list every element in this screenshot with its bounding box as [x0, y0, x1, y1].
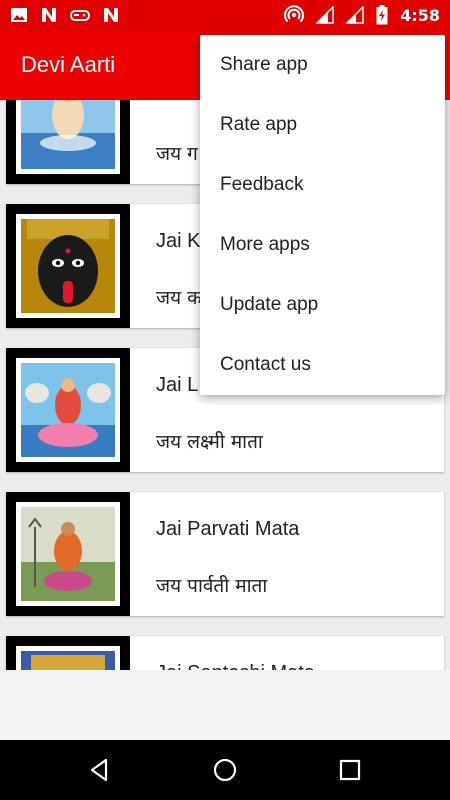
menu-item-update-app[interactable]: Update app	[200, 275, 445, 335]
item-subtitle: जय क	[156, 287, 202, 309]
thumbnail-frame	[6, 492, 130, 616]
kali-mata-image	[21, 219, 115, 313]
system-icons: 4:58	[284, 5, 440, 25]
menu-item-feedback[interactable]: Feedback	[200, 155, 445, 215]
notification-icons	[10, 6, 120, 24]
menu-item-rate-app[interactable]: Rate app	[200, 95, 445, 155]
menu-item-contact-us[interactable]: Contact us	[200, 335, 445, 395]
thumbnail-frame	[6, 204, 130, 328]
status-bar: 4:58	[0, 0, 450, 32]
item-subtitle: जय लक्ष्मी माता	[156, 431, 263, 453]
item-title: Jai Santoshi Mata	[156, 662, 315, 670]
parvati-mata-image	[21, 507, 115, 601]
home-icon[interactable]	[209, 754, 241, 786]
battery-charging-icon	[376, 5, 388, 25]
clock: 4:58	[400, 5, 440, 25]
thumbnail-frame	[6, 636, 130, 670]
list-item[interactable]: Jai Parvati Mata जय पार्वती माता	[6, 492, 444, 616]
item-subtitle: जय पार्वती माता	[156, 575, 268, 597]
hotspot-icon	[284, 5, 305, 23]
empty-area	[0, 670, 450, 740]
recents-icon[interactable]	[334, 754, 366, 786]
item-title: Jai K	[156, 230, 201, 252]
news-n-icon	[104, 8, 118, 22]
back-icon[interactable]	[84, 754, 116, 786]
menu-item-share-app[interactable]: Share app	[200, 35, 445, 95]
image-icon	[11, 8, 27, 22]
news-n-icon	[42, 8, 56, 22]
signal-icon	[346, 6, 364, 24]
signal-icon	[316, 6, 334, 24]
item-title: Jai L	[156, 374, 199, 396]
gamepad-icon	[70, 10, 90, 21]
app-title: Devi Aarti	[21, 52, 116, 77]
thumbnail-frame	[6, 348, 130, 472]
ganga-mata-image	[21, 100, 115, 169]
item-subtitle: जय ग	[156, 143, 198, 165]
overflow-menu: Share app Rate app Feedback More apps Up…	[200, 35, 445, 395]
laxmi-mata-image	[21, 363, 115, 457]
santoshi-mata-image	[21, 651, 115, 670]
item-title: Jai Parvati Mata	[156, 518, 300, 540]
list-item[interactable]: Jai Santoshi Mata	[6, 636, 444, 670]
thumbnail-frame	[6, 100, 130, 184]
menu-item-more-apps[interactable]: More apps	[200, 215, 445, 275]
navigation-bar	[0, 740, 450, 800]
